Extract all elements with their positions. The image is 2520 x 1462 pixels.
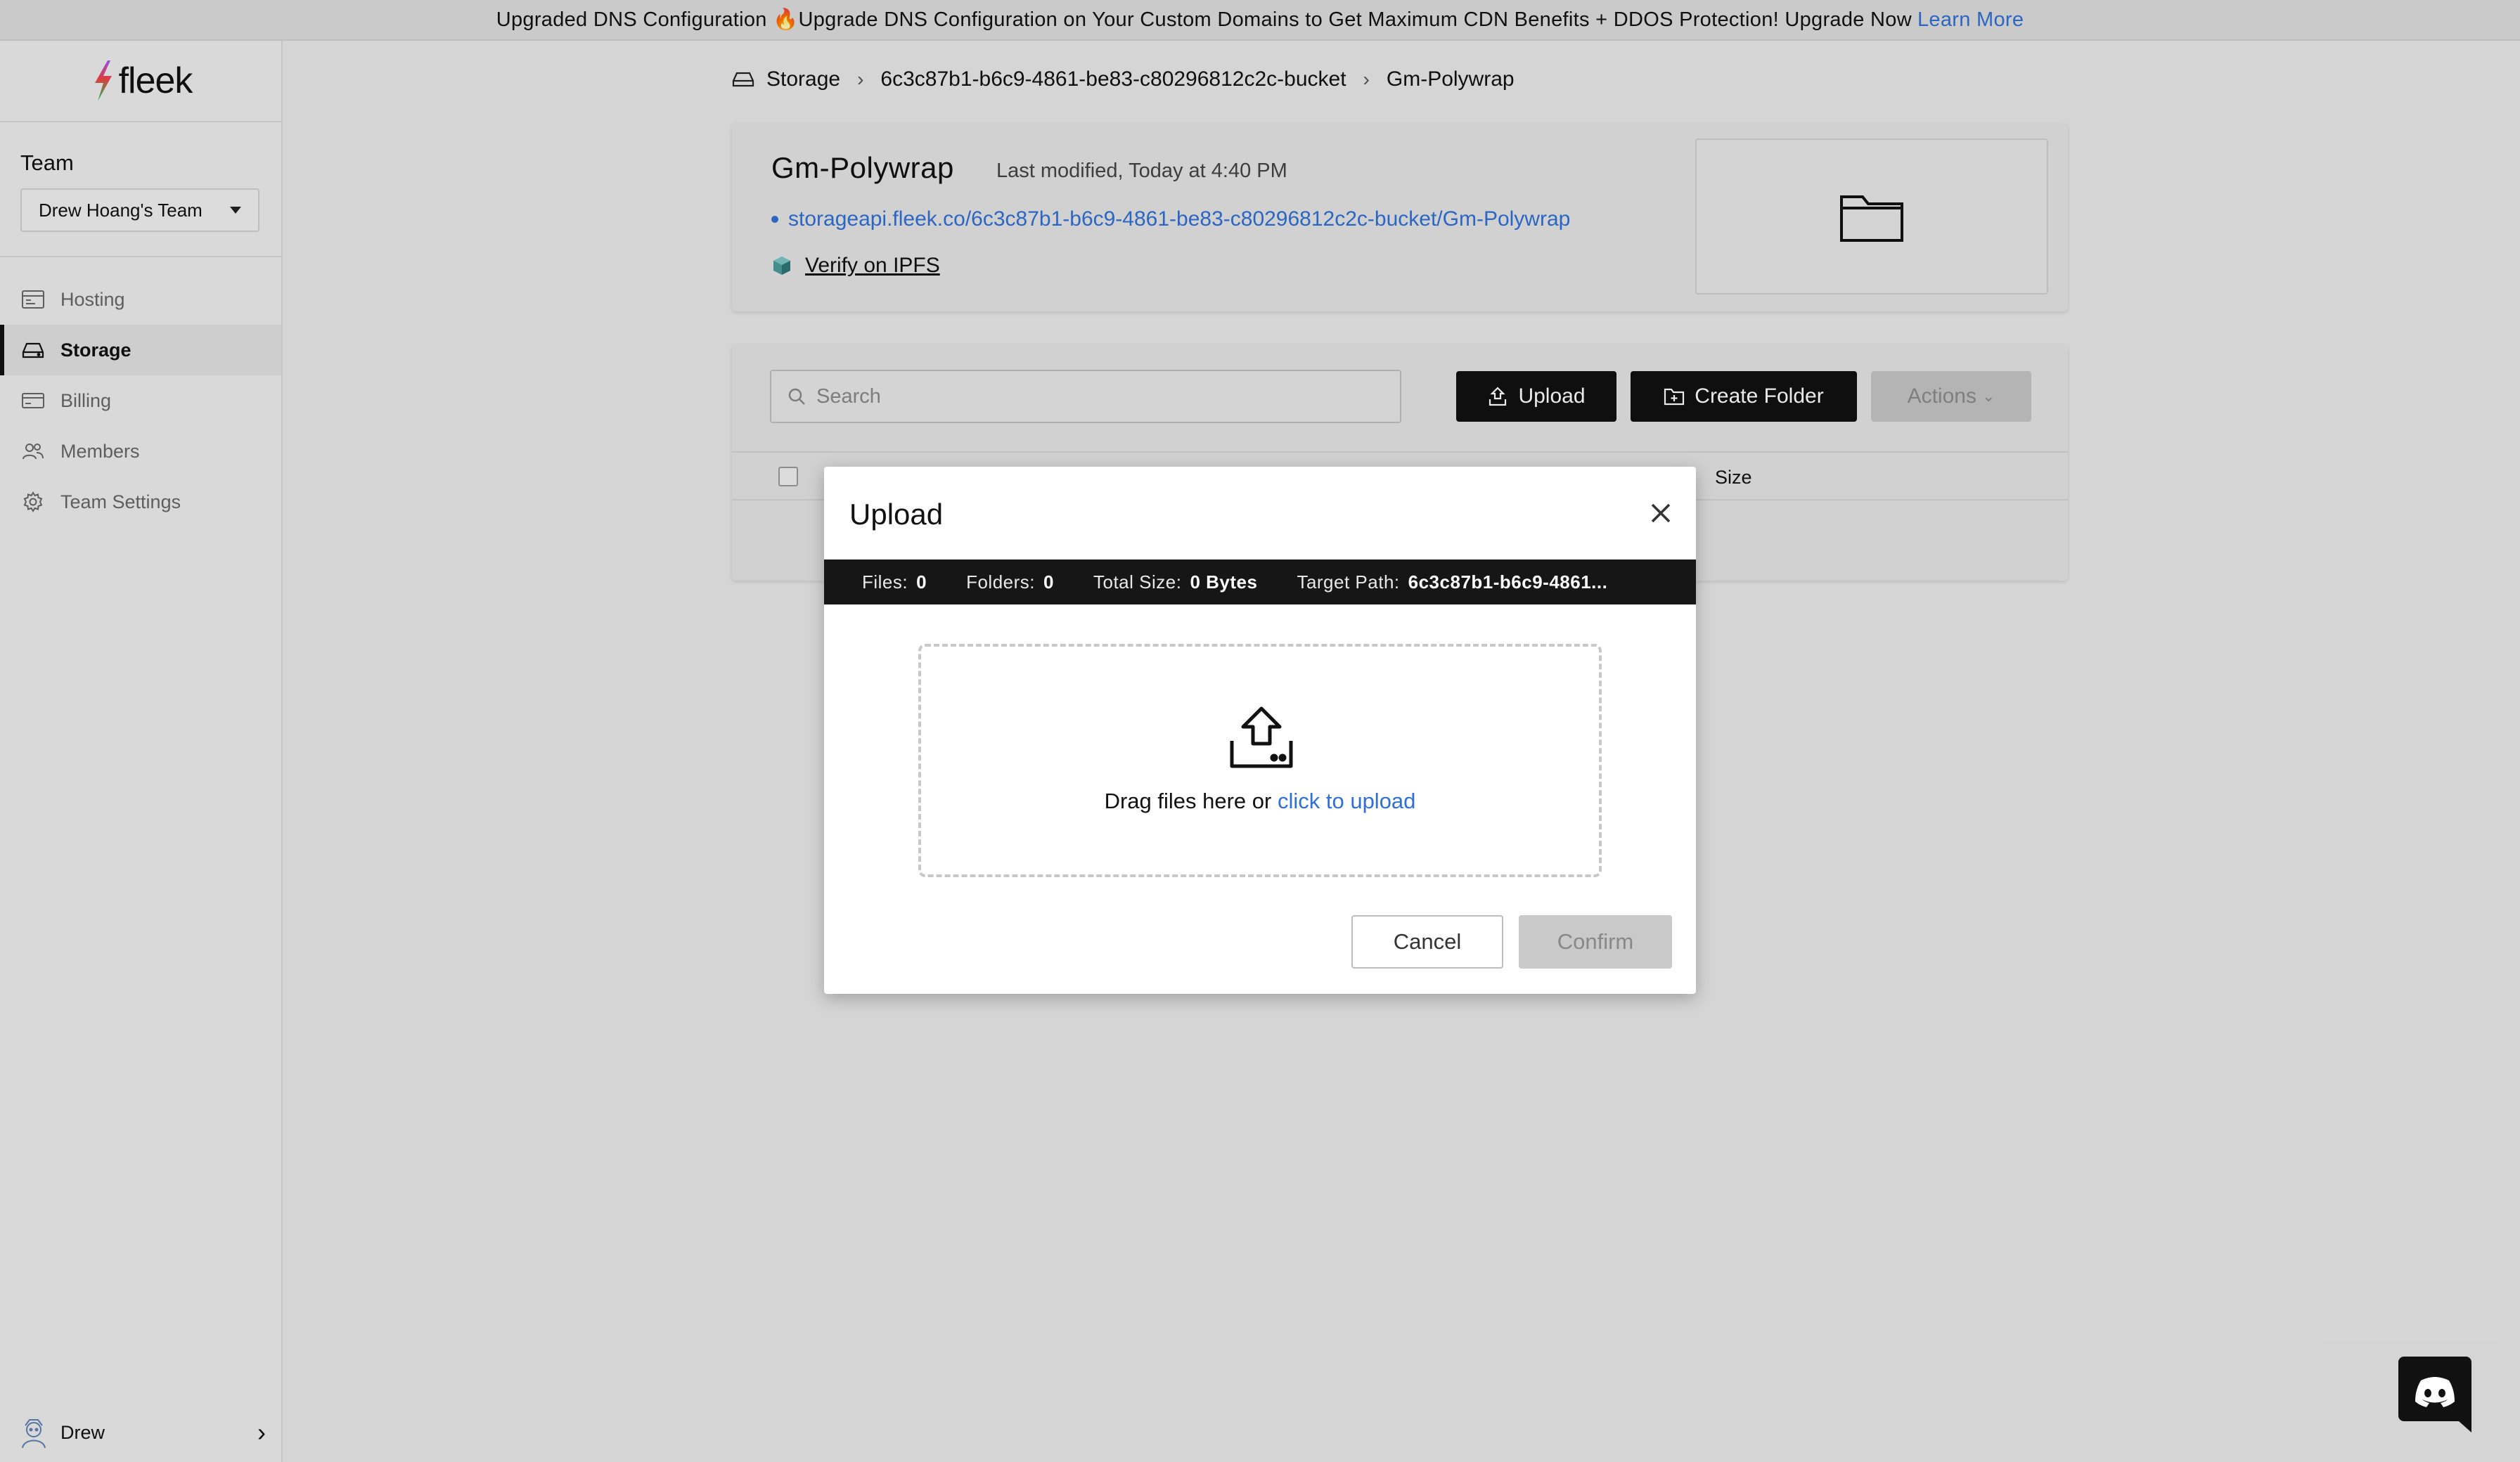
files-count: Files: 0 [862,571,927,593]
modal-title: Upload [849,498,944,531]
file-dropzone[interactable]: Drag files here or click to upload [918,644,1602,877]
target-path: Target Path: 6c3c87b1-b6c9-4861... [1297,571,1607,593]
dropzone-text: Drag files here or click to upload [921,789,1599,814]
discord-icon[interactable] [2396,1354,2474,1437]
target-path-label: Target Path: [1297,571,1400,593]
target-path-value: 6c3c87b1-b6c9-4861... [1408,571,1608,593]
click-to-upload-link[interactable]: click to upload [1278,789,1415,813]
total-size: Total Size: 0 Bytes [1093,571,1257,593]
folders-count: Folders: 0 [966,571,1054,593]
folders-count-label: Folders: [966,571,1036,593]
upload-tray-icon [1230,706,1293,768]
close-icon[interactable] [1647,499,1675,527]
total-size-value: 0 Bytes [1190,571,1258,593]
dropzone-instruction: Drag files here or [1104,789,1272,813]
files-count-value: 0 [916,571,927,593]
files-count-label: Files: [862,571,908,593]
confirm-button[interactable]: Confirm [1519,915,1672,969]
upload-stats-bar: Files: 0 Folders: 0 Total Size: 0 Bytes Tar… [824,559,1696,604]
cancel-button[interactable]: Cancel [1351,915,1503,969]
total-size-label: Total Size: [1093,571,1182,593]
folders-count-value: 0 [1043,571,1054,593]
upload-modal: Upload Files: 0 Folders: 0 Total Size: 0 By… [824,467,1696,994]
